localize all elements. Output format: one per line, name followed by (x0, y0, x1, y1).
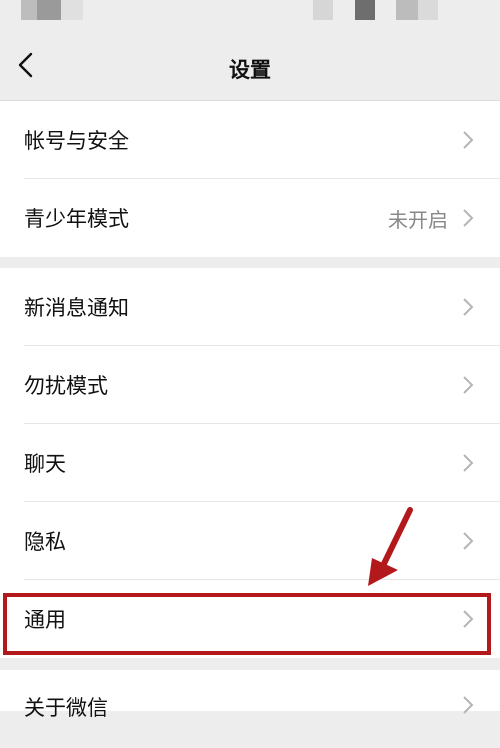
settings-item-do-not-disturb[interactable]: 勿扰模式 (0, 346, 500, 424)
settings-item-privacy[interactable]: 隐私 (0, 502, 500, 580)
settings-group-about: 关于微信 (0, 670, 500, 720)
settings-item-account-security[interactable]: 帐号与安全 (0, 101, 500, 179)
chevron-right-icon (463, 532, 474, 550)
settings-item-about-wechat[interactable]: 关于微信 (0, 670, 500, 748)
settings-group-account: 帐号与安全 青少年模式 未开启 (0, 100, 500, 257)
red-arrow-icon (368, 507, 413, 586)
settings-item-youth-mode[interactable]: 青少年模式 未开启 (0, 179, 500, 257)
chevron-right-icon (463, 376, 474, 394)
settings-item-label: 帐号与安全 (24, 129, 129, 153)
status-bar-blurred-icon (396, 0, 418, 20)
settings-item-label: 勿扰模式 (24, 374, 108, 398)
settings-item-label: 聊天 (24, 452, 66, 476)
settings-item-notifications[interactable]: 新消息通知 (0, 268, 500, 346)
status-bar-blurred-icon (313, 0, 333, 20)
settings-group-general: 新消息通知 勿扰模式 聊天 隐私 通用 (0, 268, 500, 658)
settings-item-label: 新消息通知 (24, 296, 129, 320)
status-bar-blurred-icon (61, 0, 83, 20)
navigation-bar: 设置 (0, 30, 500, 100)
status-bar-blurred-icon (355, 0, 375, 20)
chevron-right-icon (463, 454, 474, 472)
status-bar-blurred-icon (21, 0, 37, 20)
chevron-right-icon (463, 131, 474, 149)
status-bar-blurred-icon (418, 0, 438, 20)
settings-item-label: 隐私 (24, 530, 66, 554)
settings-item-general[interactable]: 通用 (0, 580, 500, 658)
chevron-right-icon (463, 298, 474, 316)
settings-item-chat[interactable]: 聊天 (0, 424, 500, 502)
settings-item-value: 未开启 (388, 208, 448, 232)
settings-item-label: 通用 (24, 608, 66, 632)
chevron-right-icon (463, 209, 474, 227)
chevron-right-icon (463, 696, 474, 714)
page-title: 设置 (229, 58, 271, 82)
settings-item-label: 关于微信 (24, 696, 108, 720)
status-bar (0, 0, 500, 30)
status-bar-blurred-icon (37, 0, 61, 20)
settings-item-label: 青少年模式 (24, 207, 129, 231)
chevron-right-icon (463, 610, 474, 628)
